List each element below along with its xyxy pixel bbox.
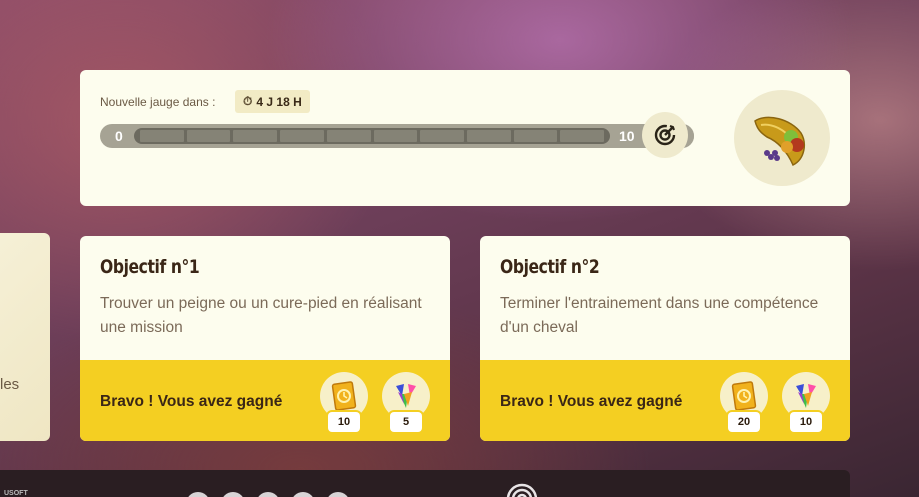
- social-icon[interactable]: [326, 492, 350, 497]
- reward-count: 10: [790, 412, 822, 432]
- social-icon[interactable]: [256, 492, 280, 497]
- gauge-segment: [513, 130, 558, 142]
- previous-card-text: les: [0, 376, 20, 393]
- reward-label: Bravo ! Vous avez gagné: [500, 393, 683, 410]
- objective-title: Objectif n°1: [100, 256, 200, 278]
- gauge-card: Nouvelle jauge dans : ⏱ 4 J 18 H 0 10: [80, 70, 850, 206]
- gauge-segment: [420, 130, 464, 142]
- target-icon: [642, 112, 688, 158]
- timer-value: 4 J 18 H: [256, 94, 302, 109]
- gauge-segment: [140, 130, 184, 142]
- timer-badge: ⏱ 4 J 18 H: [235, 90, 310, 113]
- gauge-segment: [233, 130, 278, 142]
- gauge-segment: [280, 130, 324, 142]
- social-icon[interactable]: [221, 492, 245, 497]
- gauge-min-label: 0: [115, 128, 123, 144]
- logo-swirl-icon: [506, 483, 538, 497]
- cornucopia-icon: [734, 90, 830, 186]
- objective-card-2: Objectif n°2 Terminer l'entrainement dan…: [480, 236, 850, 441]
- gauge-segment: [466, 130, 511, 142]
- gauge-bar: [134, 128, 610, 144]
- objective-reward-bar: Bravo ! Vous avez gagné 20 10: [480, 360, 850, 441]
- reward-count: 5: [390, 412, 422, 432]
- objective-title: Objectif n°2: [500, 256, 600, 278]
- reward-count: 10: [328, 412, 360, 432]
- previous-objective-card: les: [0, 233, 50, 441]
- objective-description: Terminer l'entrainement dans une compéte…: [500, 295, 819, 336]
- gauge-segment: [326, 130, 371, 142]
- gauge-segment: [186, 130, 231, 142]
- stopwatch-icon: ⏱: [243, 94, 253, 108]
- social-links: [186, 492, 350, 497]
- footer-bar: USOFT: [0, 470, 850, 497]
- objective-description: Trouver un peigne ou un cure-pied en réa…: [100, 295, 422, 336]
- gauge-timer-label: Nouvelle jauge dans :: [100, 95, 216, 109]
- gauge-max-label: 10: [619, 128, 635, 144]
- social-icon[interactable]: [291, 492, 315, 497]
- social-icon[interactable]: [186, 492, 210, 497]
- reward-label: Bravo ! Vous avez gagné: [100, 393, 283, 410]
- objective-card-1: Objectif n°1 Trouver un peigne ou un cur…: [80, 236, 450, 441]
- objective-reward-bar: Bravo ! Vous avez gagné 10 5: [80, 360, 450, 441]
- gauge-segment: [373, 130, 418, 142]
- footer-brand: USOFT: [4, 490, 28, 497]
- reward-count: 20: [728, 412, 760, 432]
- gauge-segment: [560, 130, 605, 142]
